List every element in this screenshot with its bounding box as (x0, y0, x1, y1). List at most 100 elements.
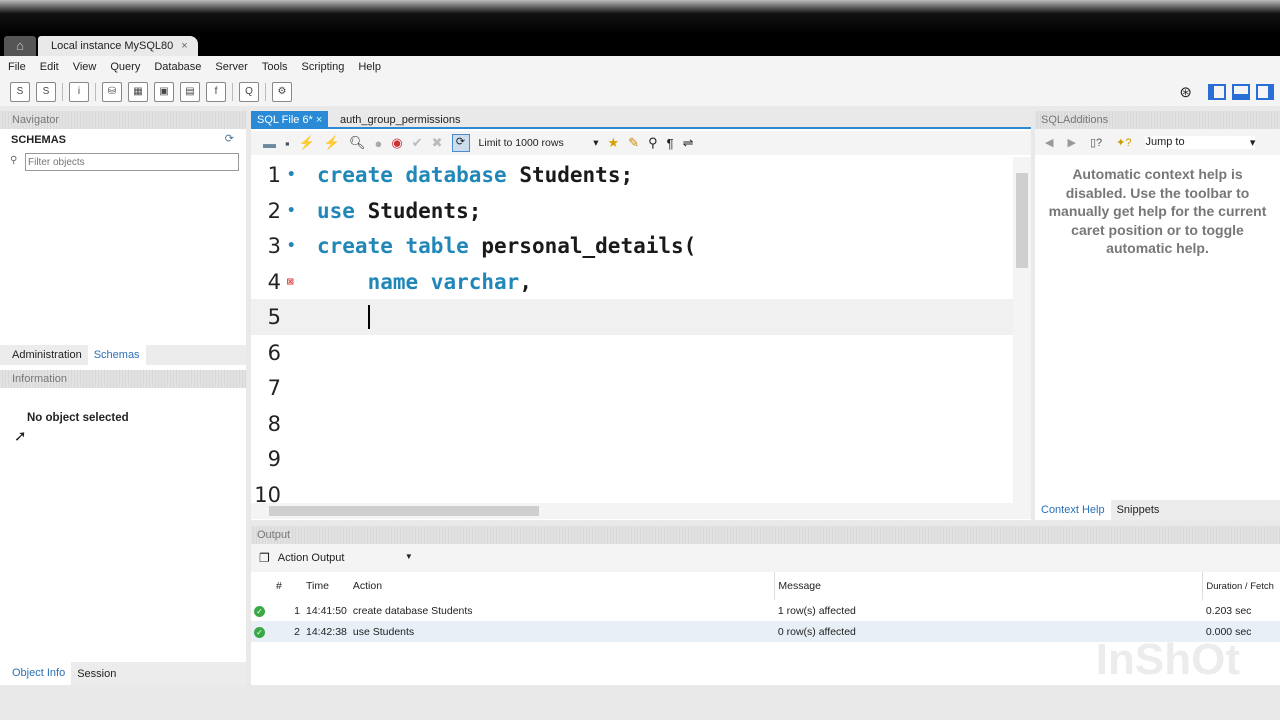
row-time: 14:42:38 (306, 625, 347, 638)
forward-icon[interactable]: ▶ (1067, 136, 1075, 149)
connection-tab-label: Local instance MySQL80 (51, 40, 174, 52)
open-file-icon[interactable]: ▬ (263, 136, 276, 151)
create-function-icon[interactable]: f (206, 82, 226, 102)
tab-snippets[interactable]: Snippets (1111, 504, 1166, 516)
row-number: 2 (294, 625, 300, 638)
code-line[interactable]: 1 • create database Students; (251, 157, 1013, 193)
table-row[interactable]: ✓ 1 14:41:50 create database Students 1 … (251, 600, 1280, 621)
preferences-gear-icon[interactable]: ⊛ (1179, 83, 1192, 101)
line-number: 6 (267, 340, 281, 365)
toggle-sidebar-icon[interactable] (1208, 84, 1226, 100)
row-time: 14:41:50 (306, 604, 347, 617)
stop-icon[interactable]: ● (375, 136, 383, 151)
code-line[interactable]: 6 (251, 335, 1013, 371)
limit-rows-value: Limit to 1000 rows (478, 137, 564, 149)
commit-icon[interactable]: ✔ (412, 135, 423, 151)
menu-file[interactable]: File (8, 61, 26, 73)
code-line[interactable]: 4 ⊠ name varchar, (251, 264, 1013, 300)
execute-icon[interactable]: ⚡ (299, 135, 315, 151)
main-toolbar: S S i ⛁ ▦ ▣ ▤ f Q ⚙ ⊛ (0, 78, 1280, 106)
code-line[interactable]: 7 (251, 370, 1013, 406)
action-output-select[interactable]: Action Output ▼ (278, 552, 413, 564)
code-text: name varchar, (317, 264, 532, 300)
code-line[interactable]: 2 • use Students; (251, 193, 1013, 229)
menu-edit[interactable]: Edit (40, 61, 59, 73)
tab-administration[interactable]: Administration (0, 349, 88, 361)
tab-sql-file-6[interactable]: SQL File 6* × (251, 111, 329, 129)
code-text: create table personal_details( (317, 228, 696, 264)
separator (232, 83, 233, 101)
refresh-schemas-icon[interactable]: ⟳ (225, 132, 234, 145)
execute-current-icon[interactable]: ⚡ (324, 135, 340, 151)
beautify-icon[interactable]: ★ (608, 135, 620, 151)
explain-icon[interactable]: 🔍︎ (349, 135, 366, 151)
line-number: 10 (254, 482, 281, 506)
code-line[interactable]: 5 (251, 299, 1013, 335)
tab-label: SQL File 6* (257, 114, 313, 126)
find-icon[interactable]: ✎ (628, 135, 639, 151)
new-sql-tab-icon[interactable]: S (10, 82, 30, 102)
menu-server[interactable]: Server (215, 61, 247, 73)
code-area[interactable]: 1 • create database Students; 2 • use Student… (251, 157, 1013, 505)
search-table-data-icon[interactable]: Q (239, 82, 259, 102)
action-output-table: # Time Action Message Duration / Fetch ✓… (251, 572, 1280, 642)
save-icon[interactable]: ▪ (285, 136, 290, 151)
auto-help-icon[interactable]: ✦? (1116, 136, 1131, 149)
statement-marker-icon: • (287, 238, 296, 254)
video-top-band (0, 0, 1280, 34)
code-text (317, 299, 383, 335)
menu-help[interactable]: Help (358, 61, 381, 73)
search-icon: ⚲ (10, 155, 18, 166)
col-message: Message (774, 572, 1203, 600)
close-icon[interactable]: × (181, 40, 187, 52)
filter-objects-input[interactable] (25, 153, 239, 171)
navigator-panel: Navigator SCHEMAS ⟳ ⚲ Administration Sch… (0, 111, 246, 685)
line-number: 5 (267, 305, 281, 329)
inspector-icon[interactable]: i (69, 82, 89, 102)
toggle-error-stop-icon[interactable]: ◉ (391, 135, 402, 151)
search-replace-icon[interactable]: ⚲ (648, 135, 658, 151)
horizontal-scrollbar[interactable] (251, 503, 1031, 519)
create-schema-icon[interactable]: ⛁ (102, 82, 122, 102)
row-action: use Students (352, 625, 415, 638)
tab-schemas[interactable]: Schemas (87, 345, 146, 365)
reconnect-icon[interactable]: ⚙ (272, 82, 292, 102)
separator (95, 83, 96, 101)
info-tabs: Object Info Session (0, 662, 246, 685)
limit-rows-select[interactable]: Limit to 1000 rows ▾ (479, 137, 599, 149)
line-number: 8 (267, 411, 281, 436)
toggle-secondary-sidebar-icon[interactable] (1256, 84, 1274, 100)
manual-help-icon[interactable]: ▯? (1090, 136, 1102, 149)
menu-tools[interactable]: Tools (262, 61, 288, 73)
menu-scripting[interactable]: Scripting (302, 61, 345, 73)
invisible-chars-icon[interactable]: ¶ (667, 136, 674, 151)
menu-query[interactable]: Query (110, 61, 140, 73)
tab-context-help[interactable]: Context Help (1035, 500, 1111, 520)
wrap-lines-icon[interactable]: ⇌ (683, 135, 694, 151)
autocommit-icon[interactable]: ⟳ (451, 134, 470, 152)
create-procedure-icon[interactable]: ▤ (180, 82, 200, 102)
create-view-icon[interactable]: ▣ (154, 82, 174, 102)
toggle-output-icon[interactable] (1232, 84, 1250, 100)
back-icon[interactable]: ◀ (1045, 136, 1053, 149)
rollback-icon[interactable]: ✖ (432, 135, 443, 151)
create-table-icon[interactable]: ▦ (128, 82, 148, 102)
menu-database[interactable]: Database (154, 61, 201, 73)
copy-icon[interactable]: ❐ (259, 551, 270, 565)
home-tab[interactable]: ⌂ (4, 36, 36, 56)
tab-auth-group-permissions[interactable]: auth_group_permissions (334, 111, 466, 129)
menu-view[interactable]: View (73, 61, 97, 73)
code-line[interactable]: 3 • create table personal_details( (251, 228, 1013, 264)
jump-to-select[interactable]: Jump to ▾ (1145, 135, 1256, 149)
tab-object-info[interactable]: Object Info (0, 662, 72, 685)
connection-tab[interactable]: Local instance MySQL80 × (38, 36, 198, 56)
code-line[interactable]: 9 (251, 441, 1013, 477)
code-line[interactable]: 10 (251, 477, 1013, 506)
code-line[interactable]: 8 (251, 406, 1013, 442)
tab-session[interactable]: Session (71, 668, 122, 680)
code-token: , (519, 269, 532, 294)
vertical-scrollbar[interactable] (1013, 157, 1031, 505)
close-tab-icon[interactable]: × (316, 114, 322, 126)
syntax-error-icon[interactable]: ⊠ (287, 264, 294, 300)
open-sql-script-icon[interactable]: S (36, 82, 56, 102)
